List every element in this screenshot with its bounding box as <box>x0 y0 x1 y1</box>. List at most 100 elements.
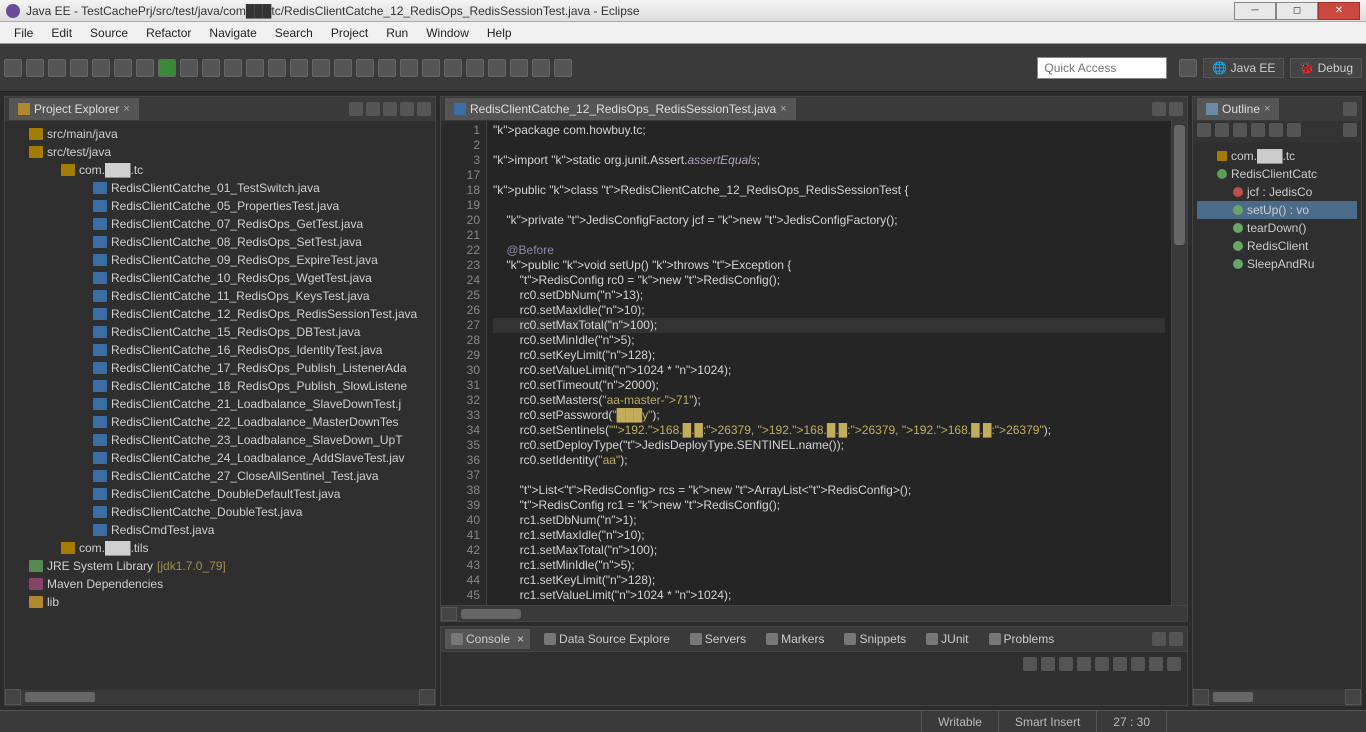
hide-non-public-icon[interactable] <box>1251 123 1265 137</box>
new-button[interactable] <box>4 59 22 77</box>
console-toolbar-icon[interactable] <box>1113 657 1127 671</box>
quick-access-input[interactable] <box>1037 57 1167 79</box>
minimize-button[interactable]: ─ <box>1234 2 1276 20</box>
menu-run[interactable]: Run <box>378 24 416 42</box>
view-menu-icon[interactable] <box>383 102 397 116</box>
outline-item[interactable]: com.███.tc <box>1197 147 1357 165</box>
maximize-icon[interactable] <box>1169 632 1183 646</box>
view-menu-icon[interactable] <box>1343 123 1357 137</box>
tab-markers[interactable]: Markers <box>760 629 830 649</box>
minimize-icon[interactable] <box>1152 632 1166 646</box>
tree-item[interactable]: RedisClientCatche_15_RedisOps_DBTest.jav… <box>5 323 435 341</box>
toolbar-icon[interactable] <box>510 59 528 77</box>
console-toolbar-icon[interactable] <box>1131 657 1145 671</box>
toolbar-icon[interactable] <box>312 59 330 77</box>
tab-servers[interactable]: Servers <box>684 629 752 649</box>
close-icon[interactable]: × <box>1264 103 1270 115</box>
outline-item[interactable]: RedisClient <box>1197 237 1357 255</box>
minimize-icon[interactable] <box>400 102 414 116</box>
collapse-all-icon[interactable] <box>349 102 363 116</box>
toolbar-icon[interactable] <box>290 59 308 77</box>
toolbar-icon[interactable] <box>444 59 462 77</box>
tree-item[interactable]: RedisClientCatche_10_RedisOps_WgetTest.j… <box>5 269 435 287</box>
scroll-thumb[interactable] <box>25 692 95 702</box>
hide-static-icon[interactable] <box>1233 123 1247 137</box>
tree-item[interactable]: RedisClientCatche_21_Loadbalance_SlaveDo… <box>5 395 435 413</box>
code-editor[interactable]: "k">package com.howbuy.tc; "k">import "k… <box>487 121 1171 605</box>
toolbar-icon[interactable] <box>488 59 506 77</box>
editor-tab[interactable]: RedisClientCatche_12_RedisOps_RedisSessi… <box>445 98 796 120</box>
scroll-thumb[interactable] <box>461 609 521 619</box>
tree-item[interactable]: RedisCmdTest.java <box>5 521 435 539</box>
console-toolbar-icon[interactable] <box>1149 657 1163 671</box>
console-toolbar-icon[interactable] <box>1095 657 1109 671</box>
minimize-icon[interactable] <box>1343 102 1357 116</box>
menu-search[interactable]: Search <box>267 24 321 42</box>
tree-item[interactable]: RedisClientCatche_08_RedisOps_SetTest.ja… <box>5 233 435 251</box>
scroll-left-arrow[interactable] <box>441 607 457 621</box>
menu-help[interactable]: Help <box>479 24 520 42</box>
tree-item[interactable]: JRE System Library [jdk1.7.0_79] <box>5 557 435 575</box>
outline-item[interactable]: setUp() : vo <box>1197 201 1357 219</box>
toolbar-icon[interactable] <box>114 59 132 77</box>
save-all-button[interactable] <box>48 59 66 77</box>
scroll-left-arrow[interactable] <box>5 689 21 705</box>
close-button[interactable]: ✕ <box>1318 2 1360 20</box>
scroll-thumb[interactable] <box>1213 692 1253 702</box>
toolbar-icon[interactable] <box>246 59 264 77</box>
horizontal-scrollbar[interactable] <box>1193 689 1361 705</box>
perspective-javaee[interactable]: 🌐 Java EE <box>1203 58 1284 78</box>
save-button[interactable] <box>26 59 44 77</box>
tree-item[interactable]: RedisClientCatche_23_Loadbalance_SlaveDo… <box>5 431 435 449</box>
outline-tree[interactable]: com.███.tcRedisClientCatcjcf : JedisCose… <box>1193 143 1361 689</box>
focus-icon[interactable] <box>1287 123 1301 137</box>
tab-junit[interactable]: JUnit <box>920 629 974 649</box>
toolbar-icon[interactable] <box>466 59 484 77</box>
toolbar-icon[interactable] <box>92 59 110 77</box>
toolbar-icon[interactable] <box>356 59 374 77</box>
toolbar-icon[interactable] <box>400 59 418 77</box>
console-toolbar-icon[interactable] <box>1167 657 1181 671</box>
tree-item[interactable]: RedisClientCatche_16_RedisOps_IdentityTe… <box>5 341 435 359</box>
tab-data-source[interactable]: Data Source Explore <box>538 629 676 649</box>
tree-item[interactable]: RedisClientCatche_17_RedisOps_Publish_Li… <box>5 359 435 377</box>
toolbar-icon[interactable] <box>202 59 220 77</box>
tree-item[interactable]: RedisClientCatche_12_RedisOps_RedisSessi… <box>5 305 435 323</box>
tree-item[interactable]: RedisClientCatche_22_Loadbalance_MasterD… <box>5 413 435 431</box>
tree-item[interactable]: com.███.tils <box>5 539 435 557</box>
tab-console[interactable]: Console× <box>445 629 530 649</box>
close-icon[interactable]: × <box>517 632 524 646</box>
line-gutter[interactable]: 1231718192021222324252627282930313233343… <box>441 121 487 605</box>
open-perspective-button[interactable] <box>1179 59 1197 77</box>
link-editor-icon[interactable] <box>366 102 380 116</box>
hide-local-icon[interactable] <box>1269 123 1283 137</box>
menu-refactor[interactable]: Refactor <box>138 24 199 42</box>
display-selected-icon[interactable] <box>1059 657 1073 671</box>
menu-file[interactable]: File <box>6 24 41 42</box>
tree-item[interactable]: RedisClientCatche_DoubleTest.java <box>5 503 435 521</box>
tab-project-explorer[interactable]: Project Explorer × <box>9 98 139 120</box>
tree-item[interactable]: RedisClientCatche_07_RedisOps_GetTest.ja… <box>5 215 435 233</box>
clear-console-icon[interactable] <box>1023 657 1037 671</box>
project-tree[interactable]: src/main/javasrc/test/javacom.███.tcRedi… <box>5 121 435 689</box>
toolbar-icon[interactable] <box>268 59 286 77</box>
tab-snippets[interactable]: Snippets <box>838 629 912 649</box>
tree-item[interactable]: src/main/java <box>5 125 435 143</box>
tree-item[interactable]: RedisClientCatche_01_TestSwitch.java <box>5 179 435 197</box>
hide-fields-icon[interactable] <box>1215 123 1229 137</box>
console-toolbar-icon[interactable] <box>1077 657 1091 671</box>
tree-item[interactable]: Maven Dependencies <box>5 575 435 593</box>
outline-item[interactable]: SleepAndRu <box>1197 255 1357 273</box>
toolbar-icon[interactable] <box>224 59 242 77</box>
close-icon[interactable]: × <box>780 103 786 115</box>
menu-project[interactable]: Project <box>323 24 376 42</box>
toolbar-icon[interactable] <box>70 59 88 77</box>
scroll-left-arrow[interactable] <box>1193 689 1209 705</box>
toolbar-icon[interactable] <box>180 59 198 77</box>
tree-item[interactable]: RedisClientCatche_18_RedisOps_Publish_Sl… <box>5 377 435 395</box>
outline-item[interactable]: tearDown() <box>1197 219 1357 237</box>
sort-icon[interactable] <box>1197 123 1211 137</box>
scroll-thumb[interactable] <box>1174 125 1185 245</box>
tree-item[interactable]: RedisClientCatche_27_CloseAllSentinel_Te… <box>5 467 435 485</box>
pin-console-icon[interactable] <box>1041 657 1055 671</box>
